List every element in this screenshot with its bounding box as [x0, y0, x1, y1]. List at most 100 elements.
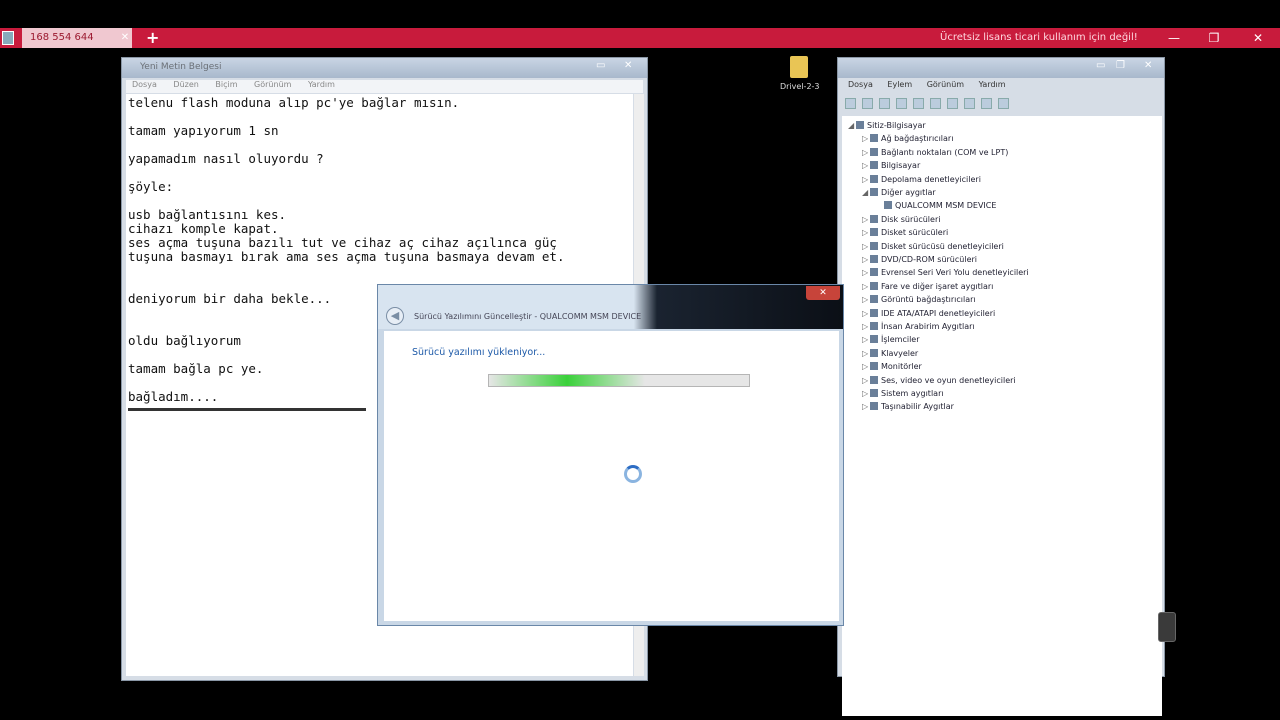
expand-icon[interactable]: ▷: [862, 214, 870, 226]
expand-icon[interactable]: ▷: [862, 401, 870, 413]
tree-item[interactable]: ◢ Sitiz-Bilgisayar: [848, 120, 926, 132]
tree-item[interactable]: ▷ Görüntü bağdaştırıcıları: [862, 294, 976, 306]
forward-icon[interactable]: [862, 98, 873, 109]
expand-icon[interactable]: ▷: [862, 254, 870, 266]
notepad-title: Yeni Metin Belgesi: [140, 62, 222, 72]
tree-item[interactable]: ▷ Monitörler: [862, 361, 922, 373]
tree-item[interactable]: ▷ Bilgisayar: [862, 160, 920, 172]
disable-icon[interactable]: [981, 98, 992, 109]
expand-icon[interactable]: ▷: [862, 133, 870, 145]
uninstall-icon[interactable]: [964, 98, 975, 109]
expand-icon[interactable]: ▷: [862, 267, 870, 279]
folder-icon[interactable]: [790, 56, 808, 78]
menu-yardim[interactable]: Yardım: [308, 80, 335, 89]
close-icon[interactable]: ✕: [1144, 60, 1152, 71]
device-icon: [870, 255, 878, 263]
tree-item[interactable]: ▷ Sistem aygıtları: [862, 388, 944, 400]
tree-item[interactable]: ◢ Diğer aygıtlar: [862, 187, 936, 199]
menu-gorunum[interactable]: Görünüm: [254, 80, 291, 89]
license-banner[interactable]: Ücretsiz lisans ticari kullanım için değ…: [940, 28, 1138, 48]
tree-item-label: İşlemciler: [881, 335, 920, 345]
tree-item[interactable]: ▷ Disk sürücüleri: [862, 214, 940, 226]
properties-icon[interactable]: [879, 98, 890, 109]
expand-icon[interactable]: ◢: [862, 187, 870, 199]
menu-duzen[interactable]: Düzen: [173, 80, 198, 89]
menu-bicim[interactable]: Biçim: [215, 80, 237, 89]
close-icon[interactable]: ✕: [624, 60, 632, 71]
menu-gorunum[interactable]: Görünüm: [927, 80, 964, 89]
enable-icon[interactable]: [998, 98, 1009, 109]
tree-item-label: Taşınabilir Aygıtlar: [881, 402, 954, 412]
menu-eylem[interactable]: Eylem: [887, 80, 912, 89]
expand-icon[interactable]: ▷: [862, 174, 870, 186]
tree-item[interactable]: QUALCOMM MSM DEVICE: [876, 200, 996, 212]
expand-icon[interactable]: ▷: [862, 388, 870, 400]
tree-item[interactable]: ▷ Klavyeler: [862, 348, 918, 360]
menu-yardim[interactable]: Yardım: [979, 80, 1006, 89]
dialog-titlebar[interactable]: ◀ Sürücü Yazılımını Güncelleştir - QUALC…: [378, 285, 843, 329]
tree-item-label: Disket sürücüsü denetleyicileri: [881, 241, 1004, 251]
tree-item[interactable]: ▷ İşlemciler: [862, 334, 920, 346]
close-button[interactable]: ✕: [1248, 28, 1268, 48]
expand-icon[interactable]: ▷: [862, 334, 870, 346]
expand-icon[interactable]: ▷: [862, 375, 870, 387]
panel-handle[interactable]: [1158, 612, 1176, 642]
expand-icon[interactable]: ▷: [862, 281, 870, 293]
folder-label: Drivel-2-3: [780, 82, 820, 91]
tree-item[interactable]: ▷ Disket sürücüsü denetleyicileri: [862, 241, 1004, 253]
minimize-icon[interactable]: ▭: [596, 60, 605, 71]
expand-icon[interactable]: ▷: [862, 227, 870, 239]
text-line: [128, 194, 631, 208]
minimize-button[interactable]: —: [1164, 28, 1184, 48]
back-arrow-icon[interactable]: ◀: [386, 307, 404, 325]
expand-icon[interactable]: ◢: [848, 120, 856, 132]
device-icon: [870, 389, 878, 397]
tree-item[interactable]: ▷ Fare ve diğer işaret aygıtları: [862, 281, 993, 293]
tree-item[interactable]: ▷ Evrensel Seri Veri Yolu denetleyicileri: [862, 267, 1029, 279]
minimize-icon[interactable]: ▭: [1096, 60, 1105, 71]
notepad-titlebar[interactable]: Yeni Metin Belgesi ▭ ✕: [122, 58, 647, 78]
tree-item-label: DVD/CD-ROM sürücüleri: [881, 255, 978, 264]
tree-item-label: Ağ bağdaştırıcıları: [881, 134, 954, 144]
expand-icon[interactable]: ▷: [862, 160, 870, 172]
new-tab-button[interactable]: +: [146, 28, 159, 48]
tree-item[interactable]: ▷ Disket sürücüleri: [862, 227, 948, 239]
device-icon: [870, 348, 878, 357]
expand-icon[interactable]: ▷: [862, 294, 870, 306]
tree-item-label: Sistem aygıtları: [881, 389, 944, 398]
expand-icon[interactable]: ▷: [862, 321, 870, 333]
scan-icon[interactable]: [930, 98, 941, 109]
session-tab[interactable]: 168 554 644: [22, 28, 132, 48]
device-icon: [870, 241, 878, 250]
driver-update-dialog: ◀ Sürücü Yazılımını Güncelleştir - QUALC…: [377, 284, 844, 626]
tree-item[interactable]: ▷ Ses, video ve oyun denetleyicileri: [862, 375, 1016, 387]
tree-item[interactable]: ▷ Bağlantı noktaları (COM ve LPT): [862, 147, 1008, 159]
maximize-icon[interactable]: ❐: [1116, 60, 1125, 71]
tree-item[interactable]: ▷ Depolama denetleyicileri: [862, 174, 981, 186]
menu-dosya[interactable]: Dosya: [132, 80, 157, 89]
menu-dosya[interactable]: Dosya: [848, 80, 873, 89]
dialog-close-button[interactable]: ✕: [806, 286, 840, 300]
help-icon[interactable]: [913, 98, 924, 109]
tree-item[interactable]: ▷ Ağ bağdaştırıcıları: [862, 133, 953, 145]
update-driver-icon[interactable]: [947, 98, 958, 109]
tree-item[interactable]: ▷ İnsan Arabirim Aygıtları: [862, 321, 975, 333]
text-line: [128, 166, 631, 180]
tree-item[interactable]: ▷ DVD/CD-ROM sürücüleri: [862, 254, 977, 266]
tree-item[interactable]: ▷ IDE ATA/ATAPI denetleyicileri: [862, 308, 995, 320]
tree-item[interactable]: ▷ Taşınabilir Aygıtlar: [862, 401, 954, 413]
tree-item-label: Disk sürücüleri: [881, 214, 941, 224]
view-icon[interactable]: [896, 98, 907, 109]
dialog-content: Sürücü yazılımı yükleniyor...: [384, 331, 839, 621]
tab-close-icon[interactable]: ✕: [118, 28, 132, 48]
expand-icon[interactable]: ▷: [862, 361, 870, 373]
device-manager-titlebar[interactable]: ▭ ❐ ✕: [838, 58, 1164, 78]
expand-icon[interactable]: ▷: [862, 241, 870, 253]
text-line: telenu flash moduna alıp pc'ye bağlar mı…: [128, 95, 460, 110]
expand-icon[interactable]: ▷: [862, 348, 870, 360]
expand-icon[interactable]: ▷: [862, 147, 870, 159]
expand-icon[interactable]: ▷: [862, 308, 870, 320]
install-progress-bar: [488, 374, 750, 387]
back-icon[interactable]: [845, 98, 856, 109]
restore-button[interactable]: ❐: [1204, 28, 1224, 48]
